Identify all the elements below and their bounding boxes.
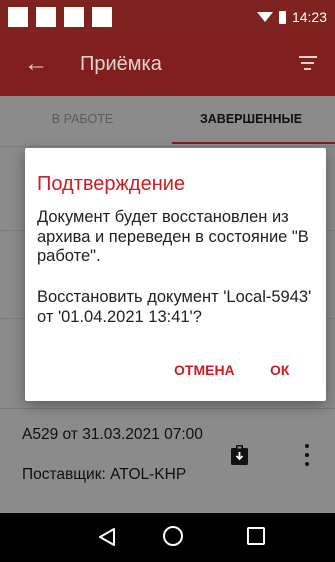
arrow-back-icon[interactable]: ← [24, 48, 48, 80]
dialog-message: Документ будет восстановлен из архива и … [37, 208, 309, 265]
dialog-question: Восстановить документ 'Local-5943' от '0… [37, 288, 312, 326]
tab-indicator [172, 142, 335, 144]
status-time: 14:23 [291, 9, 327, 25]
nav-recent-apps-icon[interactable] [247, 527, 265, 545]
clipboard-download-icon [231, 445, 248, 465]
notification-icon [36, 7, 56, 27]
supplier-label: Поставщик: ATOL-KHP [22, 466, 187, 483]
app-bar: ← Приёмка [0, 32, 335, 96]
tab-bar: В РАБОТЕ ЗАВЕРШЕННЫЕ [0, 96, 335, 146]
document-title: А529 от 31.03.2021 07:00 [22, 426, 203, 443]
status-indicators: 14:23 [256, 7, 327, 27]
navigation-bar [0, 513, 335, 562]
tab-in-progress[interactable]: В РАБОТЕ [0, 96, 165, 146]
more-vert-icon[interactable] [304, 444, 310, 466]
battery-icon [278, 10, 286, 24]
status-bar: 14:23 [0, 0, 335, 32]
nav-home-icon[interactable] [163, 526, 183, 546]
list-item[interactable]: А529 от 31.03.2021 07:00 Поставщик: ATOL… [0, 408, 335, 515]
filter-clear-icon[interactable] [297, 52, 317, 74]
notification-icon [92, 7, 112, 27]
page-title: Приёмка [80, 53, 162, 75]
cancel-button[interactable]: ОТМЕНА [174, 360, 235, 380]
notification-icon [64, 7, 84, 27]
tab-completed[interactable]: ЗАВЕРШЕННЫЕ [167, 96, 335, 146]
wifi-icon [256, 12, 273, 22]
confirmation-dialog: Подтверждение Документ будет восстановле… [25, 148, 326, 401]
nav-back-icon[interactable] [98, 527, 116, 547]
notification-icon [8, 7, 28, 27]
dialog-title: Подтверждение [37, 173, 186, 195]
ok-button[interactable]: ОК [270, 360, 289, 380]
